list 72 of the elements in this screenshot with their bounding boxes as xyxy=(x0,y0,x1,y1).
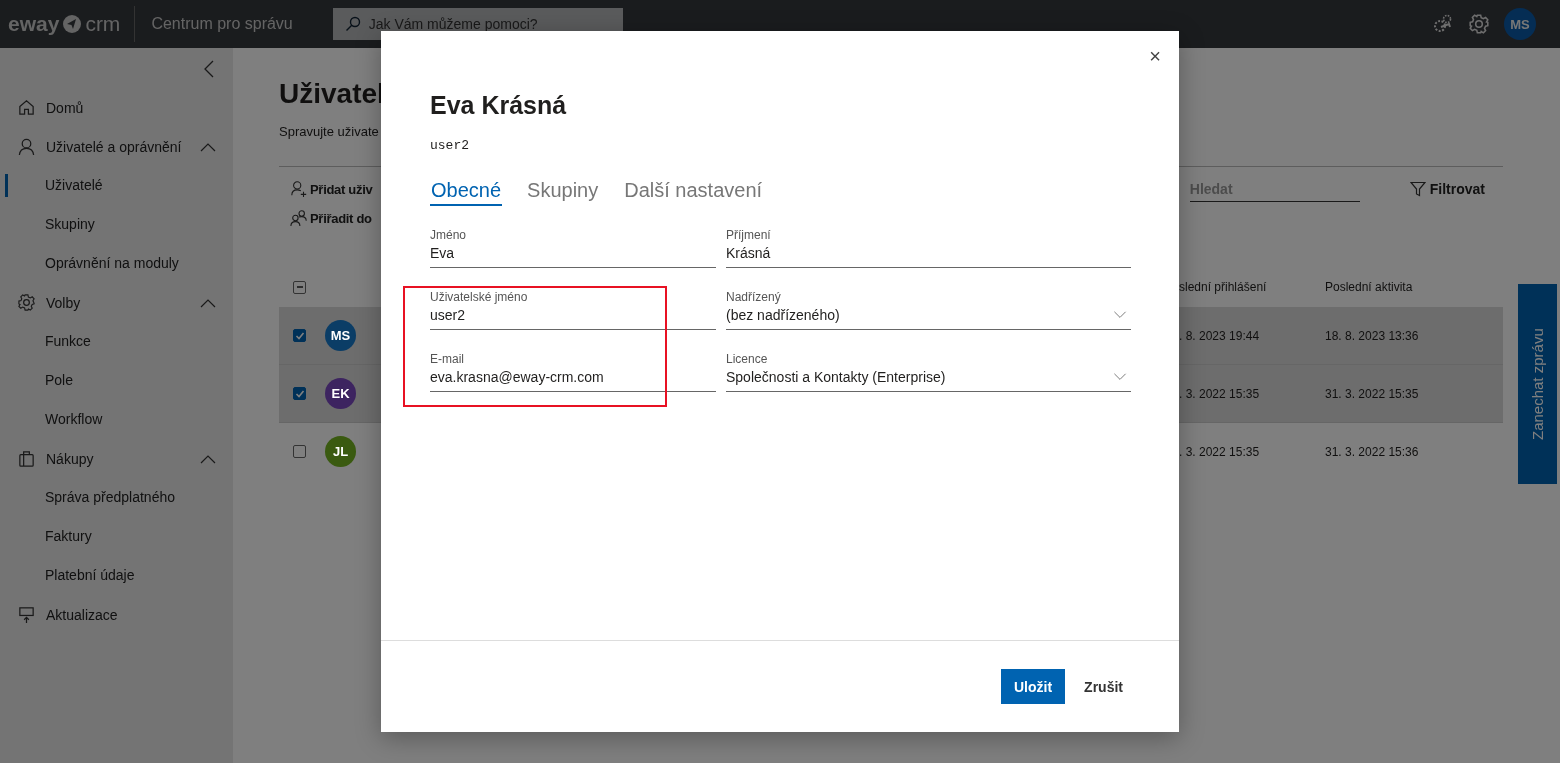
table-cell: 31. 3. 2022 15:36 xyxy=(1325,444,1419,459)
tab[interactable]: Obecné xyxy=(430,179,503,206)
add-user-icon xyxy=(290,180,308,198)
user-avatar[interactable]: MS xyxy=(1504,8,1536,40)
dropdown-field[interactable]: Licence Společnosti a Kontakty (Enterprise) xyxy=(726,352,1131,392)
tab[interactable]: Skupiny xyxy=(526,179,600,206)
input-field[interactable]: E-mail eva.krasna@eway-crm.com xyxy=(430,352,716,392)
chevron-icon xyxy=(199,453,217,464)
people-icon xyxy=(290,209,308,227)
person-icon xyxy=(17,137,36,156)
user-avatar: JL xyxy=(325,436,356,467)
bag-icon xyxy=(17,449,36,468)
toolbar-button[interactable]: Přiřadit do xyxy=(279,209,372,227)
gear-icon xyxy=(17,293,36,312)
cancel-button[interactable]: Zrušit xyxy=(1071,669,1136,704)
checkbox[interactable] xyxy=(293,445,306,458)
dropdown-field[interactable]: Nadřízený (bez nadřízeného) xyxy=(726,290,1131,330)
filter-icon xyxy=(1409,181,1426,197)
save-button[interactable]: Uložit xyxy=(1001,669,1066,704)
table-cell: 18. 8. 2023 13:36 xyxy=(1325,328,1419,343)
check-icon xyxy=(294,388,305,399)
table-cell: . 8. 2023 19:44 xyxy=(1179,328,1260,343)
close-button[interactable]: × xyxy=(1145,45,1165,68)
page-subtitle: Spravujte uživate xyxy=(279,124,380,139)
tab[interactable]: Další nastavení xyxy=(623,179,764,206)
logo-icon xyxy=(62,14,83,34)
user-avatar: EK xyxy=(325,378,356,409)
nav-subitem[interactable]: Správa předplatného xyxy=(0,478,233,517)
nav-item[interactable]: Uživatelé a oprávnění xyxy=(0,127,233,166)
page-title: Uživatel xyxy=(279,78,385,110)
collapse-icon[interactable] xyxy=(203,60,215,78)
chevron-icon xyxy=(199,141,217,152)
chevron-icon xyxy=(199,297,217,308)
nav-subitem[interactable]: Workflow xyxy=(0,400,233,439)
nav-item[interactable]: Aktualizace xyxy=(0,595,233,634)
logo-text: eway xyxy=(8,12,60,36)
nav-subitem[interactable]: Platební údaje xyxy=(0,556,233,595)
nav-item[interactable]: Volby xyxy=(0,283,233,322)
nav-item[interactable]: Nákupy xyxy=(0,439,233,478)
table-cell: . 3. 2022 15:35 xyxy=(1179,444,1260,459)
filter-button[interactable]: Filtrovat xyxy=(1403,180,1491,198)
table-cell: 31. 3. 2022 15:35 xyxy=(1325,386,1419,401)
check-icon xyxy=(294,330,305,341)
nav-subitem[interactable]: Faktury xyxy=(0,517,233,556)
feedback-tab[interactable]: Zanechat zprávu xyxy=(1518,284,1557,484)
checkbox[interactable] xyxy=(293,387,306,400)
table-cell: . 3. 2022 15:35 xyxy=(1179,386,1260,401)
column-header[interactable]: slední přihlášení xyxy=(1179,280,1267,294)
chevron-icon xyxy=(1113,373,1127,381)
home-icon xyxy=(17,98,36,117)
input-field[interactable]: Příjmení Krásná xyxy=(726,228,1131,268)
checkbox[interactable] xyxy=(293,280,306,294)
user-avatar: MS xyxy=(325,320,356,351)
settings-icon[interactable] xyxy=(1468,13,1490,35)
monitor-upload-icon xyxy=(17,605,36,624)
dialog-subtitle: user2 xyxy=(430,138,469,153)
nav-subitem[interactable]: Pole xyxy=(0,361,233,400)
input-field[interactable]: Uživatelské jméno user2 xyxy=(430,290,716,330)
input-field[interactable]: Jméno Eva xyxy=(430,228,716,268)
search-icon xyxy=(344,16,361,32)
nav-item[interactable]: Domů xyxy=(0,88,233,127)
nav-subitem[interactable]: Funkce xyxy=(0,322,233,361)
chevron-icon xyxy=(1113,311,1127,319)
column-header[interactable]: Poslední aktivita xyxy=(1325,280,1413,294)
checkbox[interactable] xyxy=(293,329,306,342)
toolbar-button[interactable]: Přidat uživ xyxy=(279,180,373,198)
logo-text: crm xyxy=(85,12,121,36)
nav-subitem[interactable]: Uživatelé xyxy=(0,166,233,205)
nav-subitem[interactable]: Oprávnění na moduly xyxy=(0,244,233,283)
dialog-title: Eva Krásná xyxy=(430,91,568,120)
app-title: Centrum pro správu xyxy=(150,15,294,33)
nav-subitem[interactable]: Skupiny xyxy=(0,205,233,244)
